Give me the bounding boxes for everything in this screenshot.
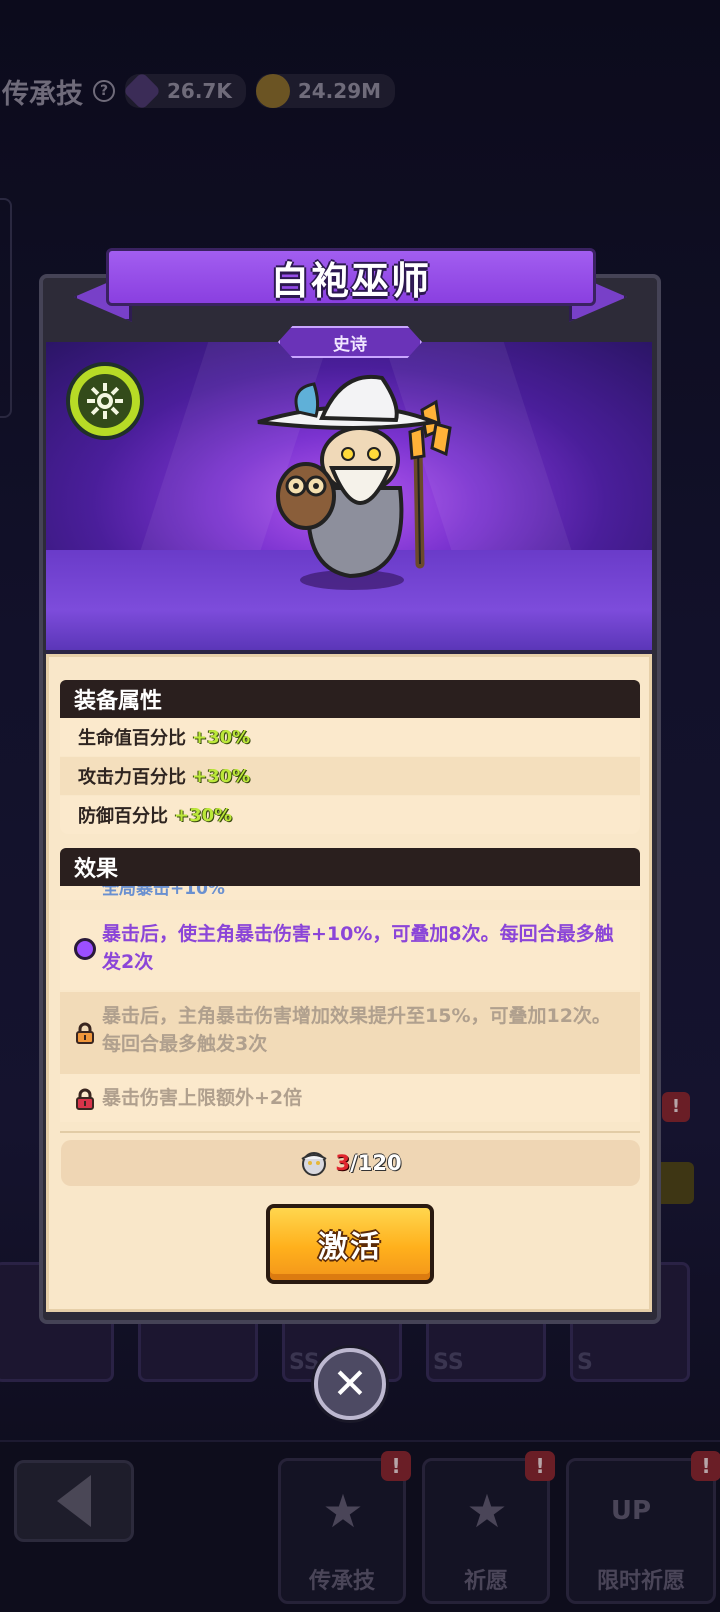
effect-text: 暴击后，使主角暴击伤害+10%，可叠加8次。每回合最多触发2次 (102, 923, 614, 973)
attribute-label: 防御百分比 (78, 806, 168, 827)
attributes-header: 装备属性 (60, 680, 640, 718)
attribute-label: 攻击力百分比 (78, 767, 186, 788)
attribute-row: 攻击力百分比 +30% (60, 757, 640, 795)
activate-label: 激活 (318, 1230, 382, 1265)
divider (60, 1131, 640, 1133)
skill-icon[interactable] (66, 362, 144, 440)
close-icon: ✕ (332, 1359, 368, 1408)
rarity-label: 史诗 (333, 334, 367, 355)
attribute-bonus: +30% (192, 765, 251, 787)
effect-item: 暴击后，使主角暴击伤害+10%，可叠加8次。每回合最多触发2次 (60, 910, 640, 990)
shard-progress: 3 /120 (61, 1140, 640, 1186)
effects-list[interactable]: 全局暴击+10% 暴击后，使主角暴击伤害+10%，可叠加8次。每回合最多触发2次… (60, 886, 640, 1122)
effect-item-partial: 全局暴击+10% (60, 886, 640, 900)
effect-item: 暴击伤害上限额外+2倍 (60, 1074, 640, 1122)
item-title: 白袍巫师 (270, 258, 431, 303)
shard-current: 3 (335, 1151, 351, 1175)
effect-item: 暴击后，主角暴击伤害增加效果提升至15%，可叠加12次。每回合最多触发3次 (60, 992, 640, 1074)
activate-button[interactable]: 激活 (266, 1204, 434, 1284)
attribute-row: 生命值百分比 +30% (60, 718, 640, 756)
lock-icon (76, 1088, 94, 1110)
attribute-row: 防御百分比 +30% (60, 796, 640, 834)
attributes-title: 装备属性 (74, 689, 163, 714)
effects-title: 效果 (74, 857, 119, 882)
white-robe-wizard-illustration (257, 374, 452, 590)
shard-total: /120 (350, 1151, 402, 1175)
lock-icon (76, 1022, 94, 1044)
hero-shard-icon (301, 1152, 327, 1176)
effects-header: 效果 (60, 848, 640, 886)
close-button[interactable]: ✕ (314, 1348, 386, 1420)
attribute-bonus: +30% (174, 804, 233, 826)
attribute-label: 生命值百分比 (78, 728, 186, 749)
rarity-badge: 史诗 (278, 326, 422, 358)
attribute-bonus: +30% (192, 726, 251, 748)
effect-text: 暴击伤害上限额外+2倍 (102, 1087, 303, 1109)
active-effect-dot-icon (74, 938, 96, 960)
sun-gear-icon (78, 374, 132, 428)
title-banner: 白袍巫师 (72, 244, 627, 326)
effect-text: 暴击后，主角暴击伤害增加效果提升至15%，可叠加12次。每回合最多触发3次 (102, 1005, 611, 1055)
banner-main: 白袍巫师 (106, 248, 596, 306)
